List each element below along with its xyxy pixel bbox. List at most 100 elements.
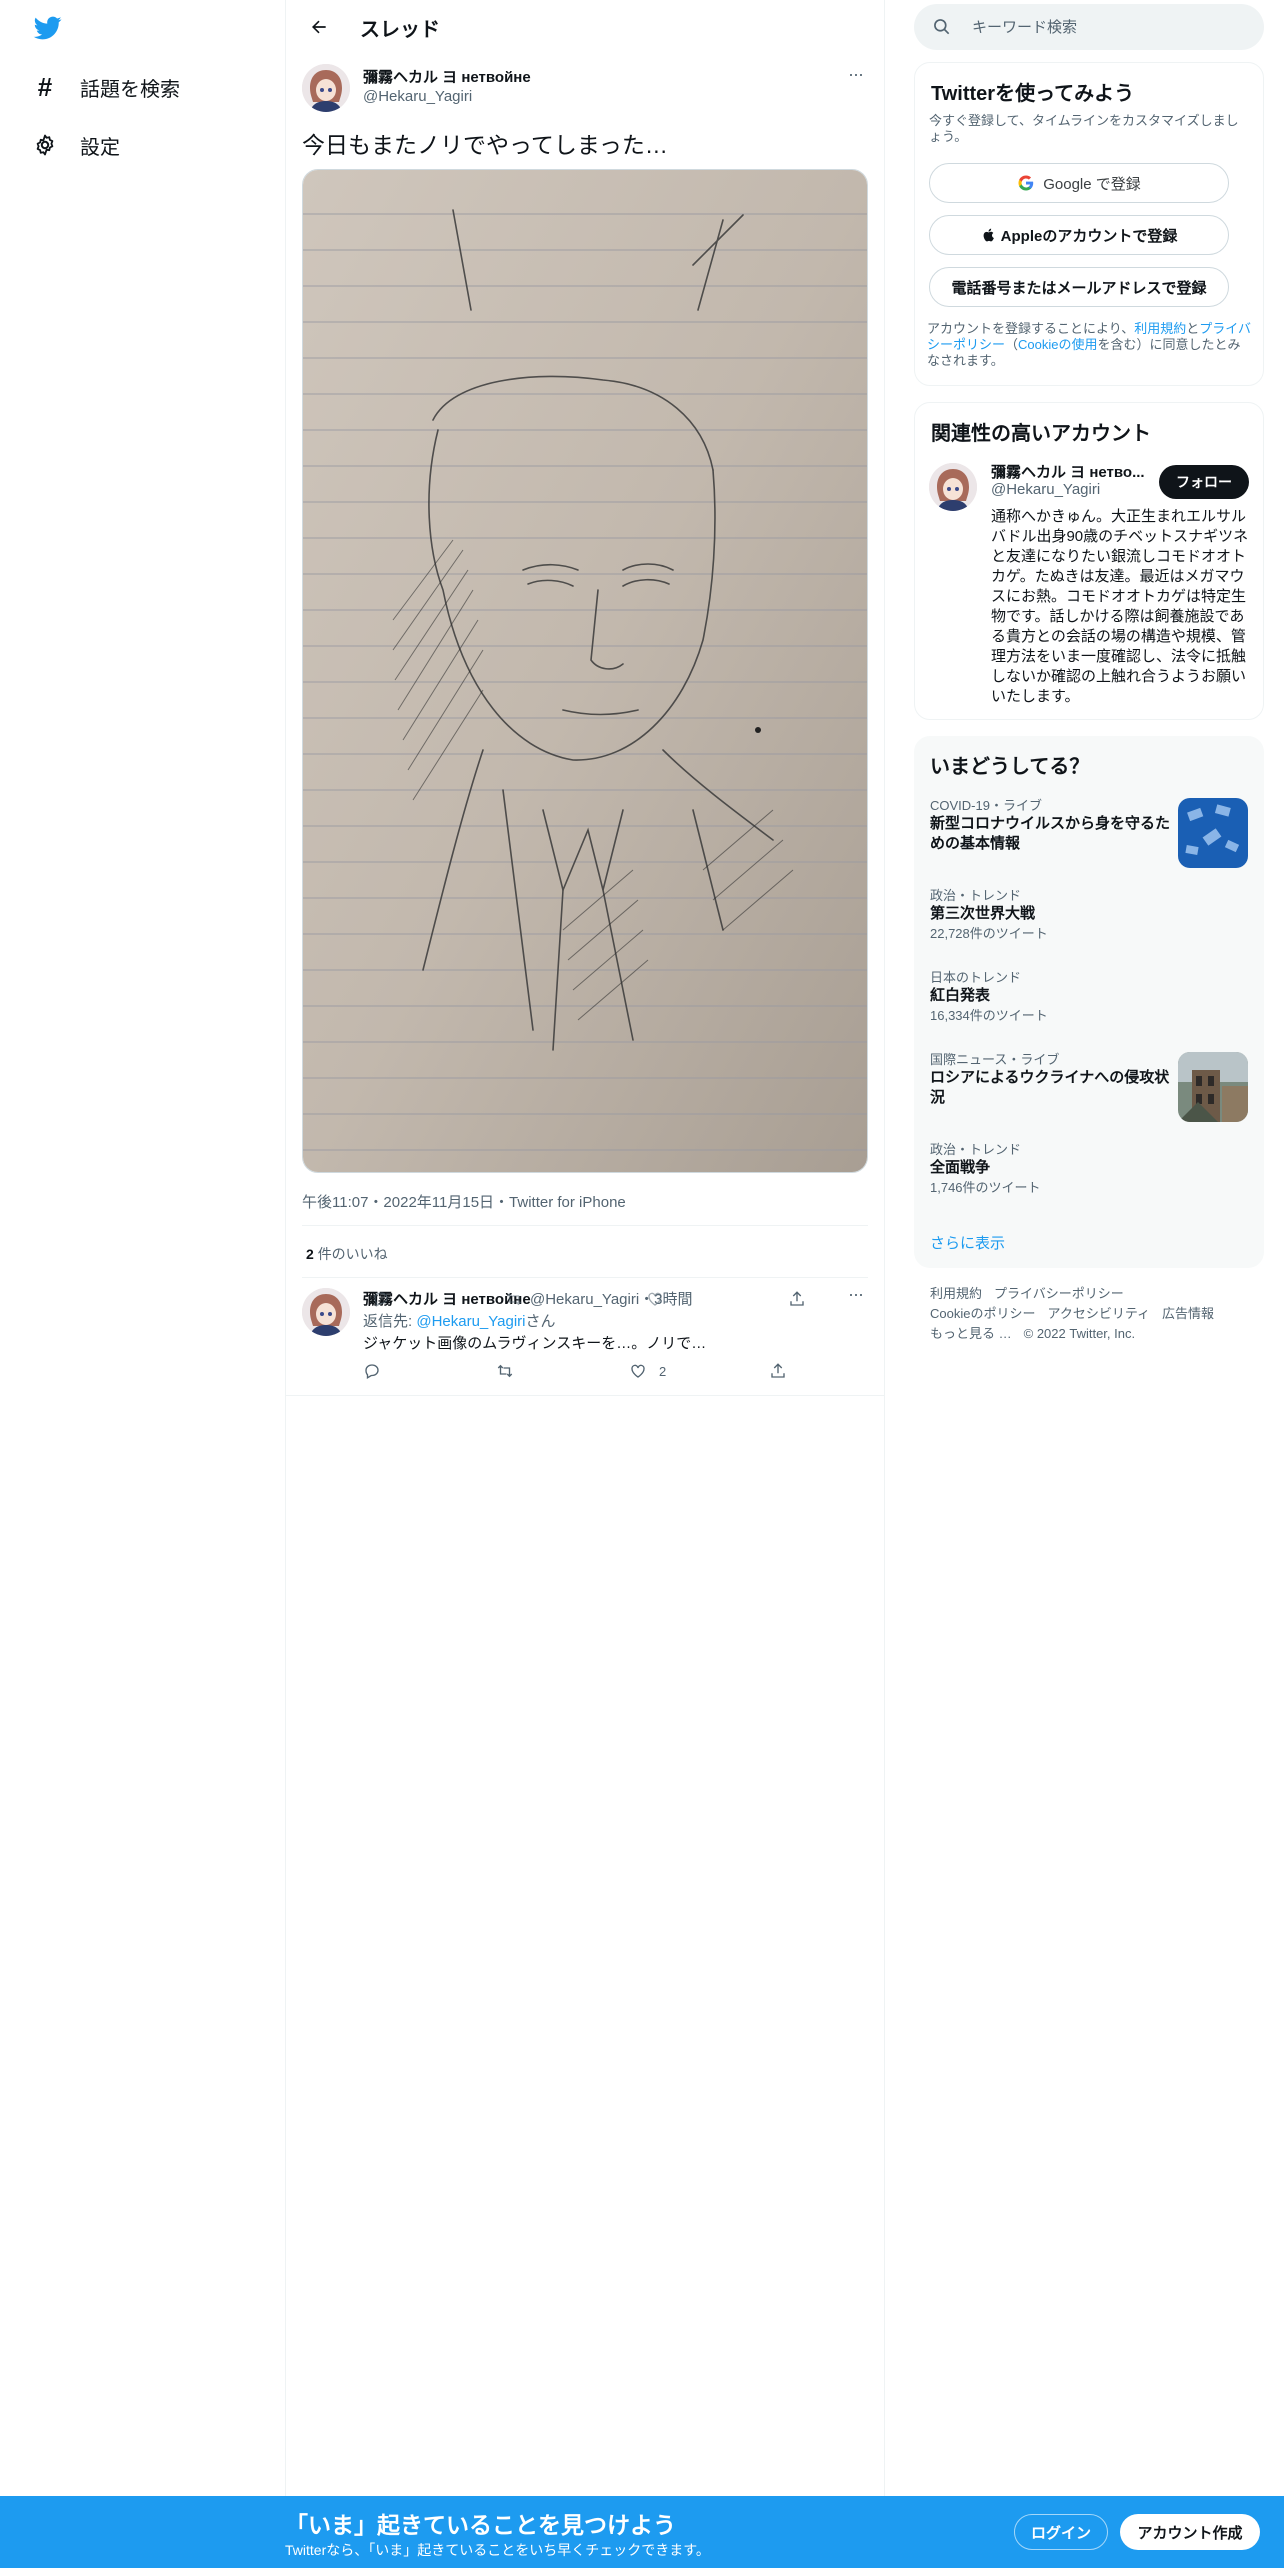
- more-icon[interactable]: ···: [848, 1284, 864, 1305]
- like-icon: [631, 1364, 645, 1378]
- footer-link[interactable]: 利用規約: [930, 1286, 982, 1301]
- related-title: 関連性の高いアカウント: [931, 423, 1151, 445]
- likes-label: 件のいいね: [317, 1246, 388, 1262]
- more-icon[interactable]: ···: [848, 64, 864, 85]
- thread-header: スレッド: [286, 0, 884, 54]
- trend-title: 新型コロナウイルスから身を守るための基本情報: [930, 815, 1171, 852]
- footer-link[interactable]: もっと見る …: [930, 1326, 1012, 1341]
- signup-subtitle: 今すぐ登録して、タイムラインをカスタマイズしましょう。: [929, 113, 1239, 144]
- gear-icon: [32, 132, 58, 158]
- show-more-link[interactable]: さらに表示: [930, 1232, 1005, 1253]
- trend-title: ロシアによるウクライナへの侵攻状況: [930, 1069, 1170, 1106]
- footer-links: 利用規約 プライバシーポリシー Cookieのポリシー アクセシビリティ 広告情報 も…: [930, 1284, 1250, 1344]
- bottom-bar-subtitle: Twitterなら、「いま」起きていることをいち早くチェックできます。: [285, 2542, 710, 2558]
- phone-email-signup-button[interactable]: 電話番号またはメールアドレスで登録: [929, 267, 1229, 307]
- share-icon[interactable]: [769, 1362, 787, 1380]
- trend-item[interactable]: 政治・トレンド 全面戦争 1,746件のツイート: [930, 1142, 1230, 1196]
- nav-explore-label: 話題を検索: [80, 78, 180, 101]
- left-nav: # 話題を検索 設定: [0, 0, 285, 2568]
- trend-item[interactable]: COVID-19・ライブ 新型コロナウイルスから身を守るための基本情報: [930, 798, 1170, 854]
- reply-to: 返信先: @Hekaru_Yagiriさん: [363, 1310, 556, 1331]
- create-account-button[interactable]: アカウント作成: [1120, 2514, 1260, 2550]
- trend-category: 国際ニュース・ライブ: [930, 1052, 1060, 1067]
- nav-explore[interactable]: # 話題を検索: [32, 62, 180, 112]
- phone-signup-label: 電話番号またはメールアドレスで登録: [951, 279, 1207, 297]
- reply-to-link[interactable]: @Hekaru_Yagiri: [416, 1313, 525, 1330]
- reply-author-handle[interactable]: @Hekaru_Yagiri・3時間: [530, 1288, 693, 1309]
- trend-title: 全面戦争: [930, 1159, 991, 1176]
- legal-prefix: アカウントを登録することにより、: [927, 321, 1135, 336]
- retweet-icon[interactable]: [505, 1290, 523, 1308]
- pencil-sketch-image: [303, 170, 867, 1172]
- trend-item[interactable]: 政治・トレンド 第三次世界大戦 22,728件のツイート: [930, 888, 1230, 942]
- reply-icon[interactable]: [372, 1290, 390, 1308]
- trend-title: 第三次世界大戦: [930, 905, 1036, 922]
- trend-item[interactable]: 日本のトレンド 紅白発表 16,334件のツイート: [930, 970, 1230, 1024]
- tweet-text: 今日もまたノリでやってしまった…: [302, 132, 668, 158]
- trend-thumbnail[interactable]: [1178, 1052, 1248, 1122]
- like-count: 2: [659, 1363, 667, 1379]
- search-input[interactable]: [972, 18, 1232, 36]
- trend-category: 政治・トレンド: [930, 888, 1022, 903]
- related-account-handle[interactable]: @Hekaru_Yagiri: [991, 481, 1100, 498]
- reply-tweet[interactable]: 彌霧ヘカル ヨ нетвойне @Hekaru_Yagiri・3時間 ··· …: [286, 1280, 884, 1396]
- nav-settings[interactable]: 設定: [32, 120, 120, 170]
- related-accounts-card: 関連性の高いアカウント 彌霧ヘカル ヨ нетво... @Hekaru_Yag…: [914, 402, 1264, 720]
- google-signup-button[interactable]: Google で登録: [929, 163, 1229, 203]
- signup-legal: アカウントを登録することにより、利用規約とプライバシーポリシー（Cookieの使…: [927, 321, 1253, 369]
- footer-link[interactable]: アクセシビリティ: [1047, 1306, 1150, 1321]
- share-icon[interactable]: [788, 1290, 806, 1308]
- tweet-photo[interactable]: [302, 169, 868, 1173]
- search-bar[interactable]: [914, 4, 1264, 50]
- divider: [302, 1225, 868, 1226]
- terms-link[interactable]: 利用規約: [1134, 321, 1186, 336]
- tweet-timestamp[interactable]: 午後11:07・2022年11月15日・Twitter for iPhone: [302, 1191, 626, 1212]
- trend-count: 1,746件のツイート: [930, 1180, 1041, 1195]
- trend-category: 日本のトレンド: [930, 970, 1022, 985]
- apple-signup-label: Appleのアカウントで登録: [1000, 227, 1178, 245]
- signup-title: Twitterを使ってみよう: [931, 83, 1135, 105]
- like-button[interactable]: 2: [629, 1362, 666, 1380]
- footer-link[interactable]: プライバシーポリシー: [994, 1286, 1124, 1301]
- footer-link[interactable]: Cookieのポリシー: [930, 1306, 1035, 1321]
- avatar[interactable]: [302, 1288, 350, 1336]
- avatar[interactable]: [929, 463, 977, 511]
- tweet-author-handle[interactable]: @Hekaru_Yagiri: [363, 88, 472, 105]
- trend-title: 紅白発表: [930, 987, 991, 1004]
- twitter-logo-icon[interactable]: [32, 14, 64, 42]
- trend-thumbnail[interactable]: [1178, 798, 1248, 868]
- login-button[interactable]: ログイン: [1014, 2514, 1108, 2550]
- retweet-icon[interactable]: [496, 1362, 514, 1380]
- bottom-bar-title: 「いま」起きていることを見つけよう: [285, 2512, 676, 2538]
- footer-link[interactable]: 広告情報: [1162, 1306, 1214, 1321]
- google-signup-label: Google で登録: [1043, 175, 1141, 193]
- reply-text: ジャケット画像のムラヴィンスキーを…。ノリで…: [363, 1335, 707, 1352]
- like-icon[interactable]: [646, 1290, 664, 1308]
- trend-count: 22,728件のツイート: [930, 926, 1048, 941]
- main-column: スレッド 彌霧ヘカル ヨ нетвойне @Hekaru_Yagiri ···…: [285, 0, 885, 2568]
- trend-item[interactable]: 国際ニュース・ライブ ロシアによるウクライナへの侵攻状況: [930, 1052, 1170, 1108]
- trend-category: COVID-19・ライブ: [930, 798, 1042, 813]
- nav-settings-label: 設定: [80, 136, 120, 159]
- reply-icon[interactable]: [363, 1362, 381, 1380]
- related-account-bio: 通称へかきゅん。大正生まれエルサルバドル出身90歳のチベットスナギツネと友達にな…: [991, 508, 1249, 705]
- avatar[interactable]: [302, 64, 350, 112]
- back-arrow-icon[interactable]: [302, 10, 336, 44]
- likes-count[interactable]: 2 件のいいね: [306, 1244, 388, 1264]
- follow-button[interactable]: フォロー: [1159, 465, 1249, 499]
- page-title: スレッド: [360, 18, 440, 41]
- reply-handle-text: @Hekaru_Yagiri: [530, 1291, 640, 1308]
- legal-open: （: [1005, 337, 1019, 352]
- bottom-signup-bar: 「いま」起きていることを見つけよう Twitterなら、「いま」起きていることを…: [0, 2496, 1284, 2568]
- divider: [302, 1277, 868, 1278]
- tweet-author-name[interactable]: 彌霧ヘカル ヨ нетвойне: [363, 66, 531, 87]
- apple-icon: [983, 228, 994, 242]
- related-account-name[interactable]: 彌霧ヘカル ヨ нетво...: [991, 461, 1151, 482]
- trend-count: 16,334件のツイート: [930, 1008, 1048, 1023]
- reply-to-suffix: さん: [525, 1313, 556, 1330]
- signup-card: Twitterを使ってみよう 今すぐ登録して、タイムラインをカスタマイズしましょ…: [914, 62, 1264, 386]
- cookie-link[interactable]: Cookieの使用: [1018, 337, 1097, 352]
- hashtag-icon: #: [37, 71, 53, 102]
- trends-card: いまどうしてる？ COVID-19・ライブ 新型コロナウイルスから身を守るための…: [914, 736, 1264, 1268]
- apple-signup-button[interactable]: Appleのアカウントで登録: [929, 215, 1229, 255]
